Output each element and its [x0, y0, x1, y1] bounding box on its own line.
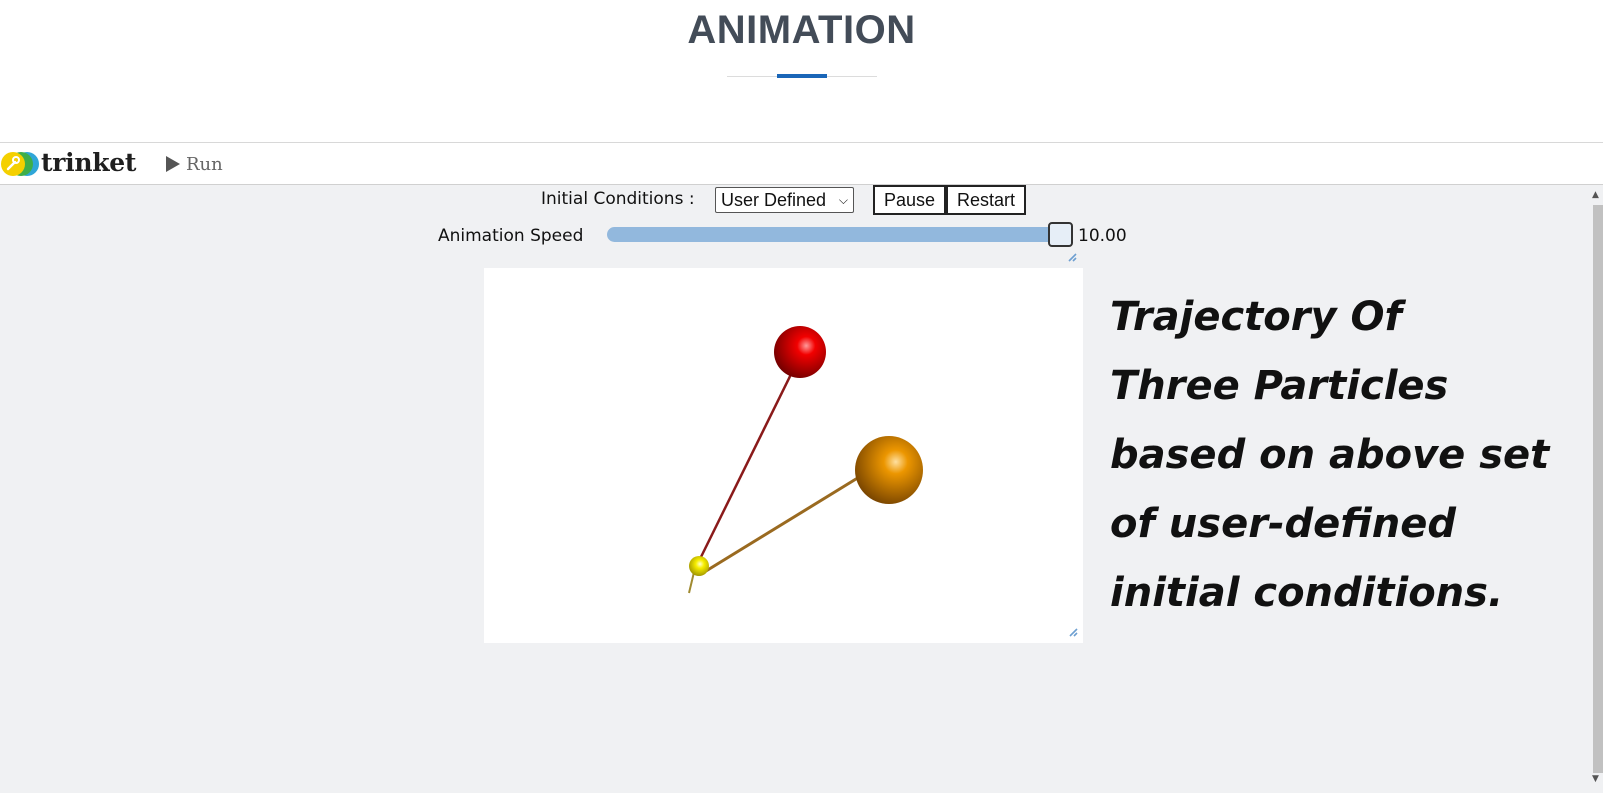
resize-grip-icon[interactable] — [1067, 252, 1077, 262]
run-label: Run — [186, 153, 223, 175]
particle-canvas[interactable] — [484, 268, 1083, 643]
initial-conditions-label: Initial Conditions : — [541, 189, 695, 209]
scroll-down-arrow-icon[interactable]: ▼ — [1592, 774, 1599, 784]
red-particle — [774, 326, 826, 378]
animation-speed-slider-thumb[interactable] — [1048, 222, 1073, 247]
pause-button[interactable]: Pause — [873, 185, 946, 215]
restart-button[interactable]: Restart — [946, 185, 1026, 215]
caption-line: based on above set — [1110, 432, 1550, 478]
run-button[interactable]: Run — [166, 152, 223, 176]
initial-conditions-value: User Defined — [721, 189, 827, 210]
particle-scene — [688, 326, 923, 594]
chevron-down-icon: ⌵ — [838, 193, 848, 207]
caption-line: Trajectory Of — [1110, 294, 1402, 340]
scroll-up-arrow-icon[interactable]: ▲ — [1592, 190, 1599, 200]
caption-line: initial conditions. — [1110, 570, 1504, 616]
red-trajectory — [698, 355, 802, 560]
page-title: ANIMATION — [687, 8, 916, 52]
animation-speed-value: 10.00 — [1078, 226, 1127, 246]
trinket-logo-icon — [1, 152, 39, 176]
orange-particle — [855, 436, 923, 504]
orange-trajectory — [705, 469, 870, 573]
animation-speed-label: Animation Speed — [438, 226, 584, 246]
trinket-logo-text: trinket — [41, 148, 137, 177]
canvas-resize-grip-icon[interactable] — [1068, 627, 1078, 637]
yellow-particle — [689, 556, 709, 576]
play-icon — [166, 156, 180, 172]
caption-line: of user-defined — [1110, 501, 1457, 547]
trinket-toolbar — [0, 143, 1603, 185]
caption-line: Three Particles — [1110, 363, 1449, 409]
initial-conditions-select[interactable]: User Defined ⌵ — [715, 187, 854, 213]
scrollbar-thumb[interactable] — [1593, 205, 1603, 773]
title-accent-bar — [777, 74, 827, 78]
trajectory-caption: Trajectory Of Three Particles based on a… — [1110, 283, 1550, 628]
animation-speed-slider-track[interactable] — [607, 227, 1063, 242]
